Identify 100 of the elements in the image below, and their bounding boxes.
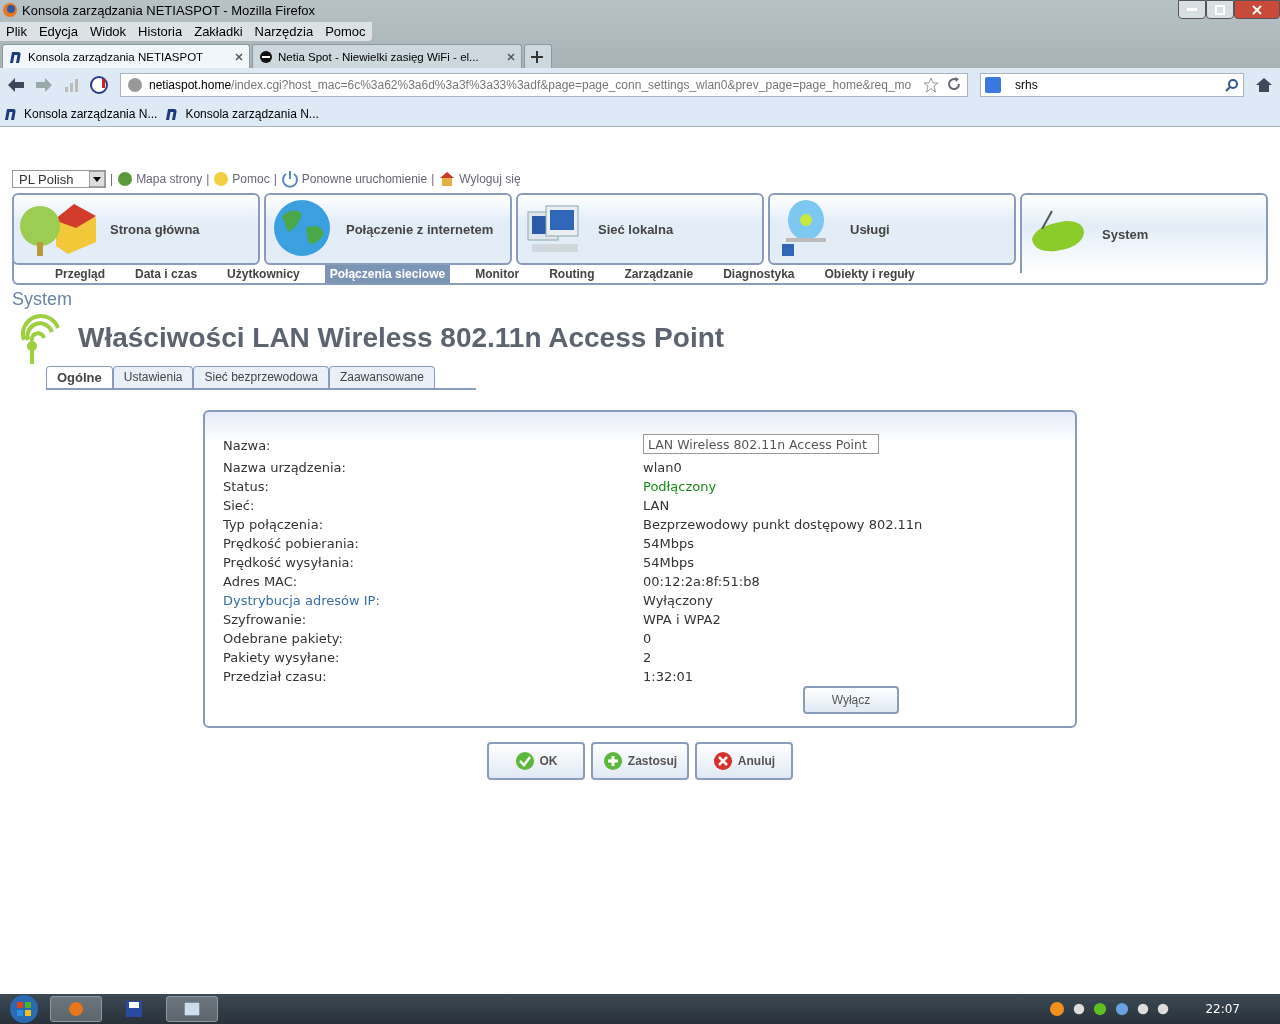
property-value: 1:32:01: [643, 669, 695, 684]
clock: 22:07: [1205, 1002, 1240, 1016]
property-label: Nazwa:: [223, 437, 272, 453]
menu-item[interactable]: Historia: [132, 21, 189, 41]
property-value: LAN: [643, 498, 671, 513]
top-link[interactable]: Ponowne uruchomienie: [280, 170, 428, 188]
property-label: Adres MAC:: [223, 574, 299, 589]
property-value: 0: [643, 631, 653, 646]
property-label: Odebrane pakiety:: [223, 631, 344, 646]
minimize-button[interactable]: [1178, 0, 1206, 19]
check-icon: [514, 751, 535, 771]
page-tab[interactable]: Zaawansowane: [328, 366, 435, 388]
property-label: Nazwa urządzenia:: [223, 460, 347, 475]
browser-tab[interactable]: Konsola zarządzania NETIASPOT: [2, 44, 250, 68]
page-heading: Właściwości LAN Wireless 802.11n Access Point: [78, 322, 725, 354]
search-field[interactable]: srhs: [980, 73, 1244, 97]
property-label: Przedział czasu:: [223, 669, 328, 684]
property-value: Bezprzewodowy punkt dostępowy 802.11n: [643, 517, 924, 532]
main-tab[interactable]: System: [1020, 193, 1268, 273]
action-button[interactable]: OK: [487, 742, 585, 780]
sub-tab[interactable]: Obiekty i reguły: [819, 265, 920, 283]
floppy-icon: [126, 1001, 142, 1017]
disable-button[interactable]: Wyłącz: [803, 686, 899, 714]
reload-icon[interactable]: [947, 77, 961, 91]
property-value: 00:12:2a:8f:51:b8: [643, 574, 761, 589]
minimize-icon: [1187, 7, 1197, 12]
sub-tab[interactable]: Routing: [544, 265, 600, 283]
browser-tab[interactable]: Netia Spot - Niewielki zasięg WiFi - el...: [252, 44, 522, 68]
property-label: Prędkość wysyłania:: [223, 555, 355, 570]
address-field[interactable]: netiaspot.home/index.cgi?host_mac=6c%3a62%3a6d%3a3f%3a33%3adf&page=page_conn_settings_wlan0&prev_page=page_home&req_mo: [120, 73, 968, 97]
sub-tab[interactable]: Użytkownicy: [222, 265, 305, 283]
plus-icon: [531, 50, 543, 63]
plus-icon: [602, 751, 623, 771]
separator: |: [431, 172, 435, 186]
bookmark[interactable]: Konsola zarządzania N...: [4, 107, 158, 121]
bookmark[interactable]: Konsola zarządzania N...: [165, 107, 319, 121]
property-value: 54Mbps: [643, 536, 696, 551]
menu-item[interactable]: Edycja: [32, 21, 84, 41]
menu-item[interactable]: Pomoc: [319, 21, 372, 41]
separator: |: [273, 172, 277, 186]
home-icon[interactable]: [1256, 77, 1272, 93]
addon-icon[interactable]: [90, 76, 108, 94]
property-label: Typ połączenia:: [223, 517, 325, 532]
back-icon[interactable]: [8, 78, 24, 92]
language-select[interactable]: PL Polish: [12, 170, 106, 188]
restore-icon: [1215, 4, 1225, 15]
menu-item[interactable]: Narzędzia: [248, 21, 320, 41]
close-icon[interactable]: [235, 52, 243, 61]
page-tab[interactable]: Sieć bezprzewodowa: [193, 366, 329, 388]
n-logo-icon: [165, 107, 180, 121]
property-link[interactable]: Dystrybucja adresów IP:: [223, 593, 643, 608]
globe-icon: [127, 77, 143, 93]
tab-title: Netia Spot - Niewielki zasięg WiFi - el...: [278, 50, 480, 63]
section-title: System: [12, 289, 73, 310]
sub-tab[interactable]: Zarządzanie: [619, 265, 699, 283]
tray-icon: [1049, 1001, 1066, 1017]
menu-item[interactable]: Plik: [0, 21, 33, 41]
menu-item[interactable]: Widok: [84, 21, 133, 41]
property-value: Podłączony: [643, 479, 718, 494]
search-icon[interactable]: [1225, 78, 1239, 92]
tray-icon: [1115, 1002, 1130, 1016]
property-label: Szyfrowanie:: [223, 612, 308, 627]
new-tab-button[interactable]: [524, 44, 552, 68]
property-value: wlan0: [643, 460, 683, 475]
action-button[interactable]: Zastosuj: [591, 742, 689, 780]
sub-tab[interactable]: Data i czas: [130, 265, 203, 283]
url-text: netiaspot.home/index.cgi?host_mac=6c%3a62%3a6d%3a3f%3a33%3adf&page=page_conn_settings_wlan0&prev_page=page_home&req_mo: [149, 78, 912, 92]
tab-title: Konsola zarządzania NETIASPOT: [28, 50, 205, 63]
n-logo-icon: [9, 49, 23, 64]
close-button[interactable]: [1234, 0, 1280, 19]
name-field[interactable]: LAN Wireless 802.11n Access Point: [643, 434, 879, 454]
property-value: Wyłączony: [643, 593, 714, 608]
top-link[interactable]: Pomoc: [213, 171, 270, 187]
tray-icon: [1093, 1002, 1108, 1016]
maximize-button[interactable]: [1206, 0, 1234, 19]
star-icon[interactable]: [923, 77, 939, 93]
property-label: Sieć:: [223, 498, 256, 513]
sub-tab[interactable]: Przegląd: [50, 265, 110, 283]
property-label: Status:: [223, 479, 270, 494]
top-link[interactable]: Wyloguj się: [438, 170, 521, 188]
menu-item[interactable]: Zakładki: [188, 21, 249, 41]
property-label: Prędkość pobierania:: [223, 536, 360, 551]
property-value: 54Mbps: [643, 555, 696, 570]
page-tab[interactable]: Ogólne: [46, 366, 113, 388]
close-icon[interactable]: [507, 52, 515, 61]
property-label: Pakiety wysyłane:: [223, 650, 341, 665]
search-text: srhs: [1015, 78, 1039, 92]
main-tab[interactable]: Sieć lokalna: [516, 193, 764, 265]
top-link[interactable]: Mapa strony: [117, 171, 203, 187]
power-icon: [280, 170, 299, 188]
property-value: WPA i WPA2: [643, 612, 722, 627]
page-tab[interactable]: Ustawienia: [112, 366, 194, 388]
main-tab[interactable]: Usługi: [768, 193, 1016, 265]
main-tab[interactable]: Połączenie z internetem: [264, 193, 512, 265]
sub-tab[interactable]: Diagnostyka: [718, 265, 800, 283]
sub-tab[interactable]: Monitor: [470, 265, 525, 283]
separator: |: [110, 172, 114, 186]
window-title: Konsola zarządzania NETIASPOT - Mozilla Firefox: [22, 2, 317, 18]
main-tab[interactable]: Strona główna: [12, 193, 260, 265]
action-button[interactable]: Anuluj: [695, 742, 793, 780]
